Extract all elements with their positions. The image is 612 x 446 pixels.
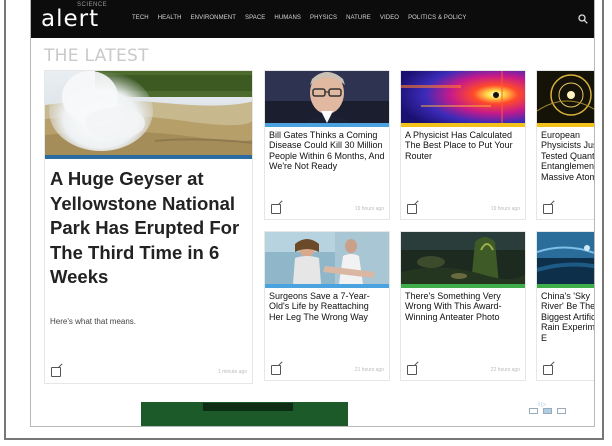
top-navigation-bar: alert SCIENCE TECH HEALTH ENVIRONMENT SP…: [31, 0, 594, 38]
main-nav: TECH HEALTH ENVIRONMENT SPACE HUMANS PHY…: [132, 15, 466, 21]
share-icon[interactable]: [543, 365, 553, 375]
advertisement-banner[interactable]: [141, 402, 348, 426]
section-title: THE LATEST: [44, 46, 149, 66]
logo-tagline: SCIENCE: [77, 2, 108, 8]
search-icon[interactable]: [578, 14, 588, 26]
share-icon[interactable]: [271, 365, 281, 375]
article-card[interactable]: China's 'Sky River' Be The Biggest Artif…: [536, 231, 594, 381]
category-stripe: [401, 284, 525, 288]
hero-article-title[interactable]: A Huge Geyser at Yellowstone National Pa…: [50, 167, 250, 290]
hero-article-card[interactable]: A Huge Geyser at Yellowstone National Pa…: [44, 70, 253, 384]
article-image[interactable]: [265, 232, 389, 284]
article-image[interactable]: [537, 232, 594, 284]
ad-choices-icon[interactable]: i ▷: [538, 401, 546, 408]
hero-article-image[interactable]: [45, 71, 252, 155]
article-title[interactable]: European Physicists Just Tested Quantum …: [541, 130, 594, 182]
article-image[interactable]: [265, 71, 389, 123]
carousel-dot[interactable]: [557, 408, 566, 414]
article-title[interactable]: Surgeons Save a 7-Year-Old's Life by Rea…: [269, 291, 385, 322]
article-card[interactable]: There's Something Very Wrong With This A…: [400, 231, 526, 381]
hero-category-stripe: [45, 155, 252, 159]
share-icon[interactable]: [543, 204, 553, 214]
article-card[interactable]: Bill Gates Thinks a Coming Disease Could…: [264, 70, 390, 220]
nav-item-humans[interactable]: HUMANS: [274, 15, 301, 21]
nav-item-video[interactable]: VIDEO: [380, 15, 399, 21]
nav-item-physics[interactable]: PHYSICS: [310, 15, 337, 21]
category-stripe: [401, 123, 525, 127]
article-timestamp: 19 hours ago: [354, 206, 384, 212]
advertisement-banner-text: [203, 403, 293, 411]
article-title[interactable]: A Physicist Has Calculated The Best Plac…: [405, 130, 521, 161]
article-title[interactable]: Bill Gates Thinks a Coming Disease Could…: [269, 130, 385, 172]
article-timestamp: 21 hours ago: [354, 367, 384, 373]
nav-item-health[interactable]: HEALTH: [158, 15, 182, 21]
category-stripe: [537, 123, 594, 127]
article-title[interactable]: China's 'Sky River' Be The Biggest Artif…: [541, 291, 594, 343]
share-icon[interactable]: [51, 367, 61, 377]
category-stripe: [537, 284, 594, 288]
carousel-dot[interactable]: [529, 408, 538, 414]
nav-item-nature[interactable]: NATURE: [346, 15, 371, 21]
logo-text: alert: [41, 6, 100, 32]
article-card[interactable]: A Physicist Has Calculated The Best Plac…: [400, 70, 526, 220]
browser-viewport: alert SCIENCE TECH HEALTH ENVIRONMENT SP…: [30, 0, 595, 427]
category-stripe: [265, 123, 389, 127]
article-card[interactable]: European Physicists Just Tested Quantum …: [536, 70, 594, 220]
carousel-dot-active[interactable]: [543, 408, 552, 414]
site-logo[interactable]: alert: [41, 6, 99, 32]
article-timestamp: 1 minute ago: [218, 369, 247, 375]
article-timestamp: 19 hours ago: [490, 206, 520, 212]
article-image[interactable]: [401, 232, 525, 284]
article-image[interactable]: [537, 71, 594, 123]
category-stripe: [265, 284, 389, 288]
nav-item-environment[interactable]: ENVIRONMENT: [191, 15, 236, 21]
nav-item-politics-policy[interactable]: POLITICS & POLICY: [408, 15, 466, 21]
nav-item-tech[interactable]: TECH: [132, 15, 149, 21]
share-icon[interactable]: [407, 365, 417, 375]
screenshot-frame: alert SCIENCE TECH HEALTH ENVIRONMENT SP…: [4, 0, 604, 440]
article-image[interactable]: [401, 71, 525, 123]
share-icon[interactable]: [271, 204, 281, 214]
article-card[interactable]: Surgeons Save a 7-Year-Old's Life by Rea…: [264, 231, 390, 381]
article-title[interactable]: There's Something Very Wrong With This A…: [405, 291, 521, 322]
nav-item-space[interactable]: SPACE: [245, 15, 265, 21]
carousel-controls: [529, 408, 566, 414]
share-icon[interactable]: [407, 204, 417, 214]
hero-article-subtitle: Here's what that means.: [50, 317, 137, 326]
article-timestamp: 22 hours ago: [490, 367, 520, 373]
